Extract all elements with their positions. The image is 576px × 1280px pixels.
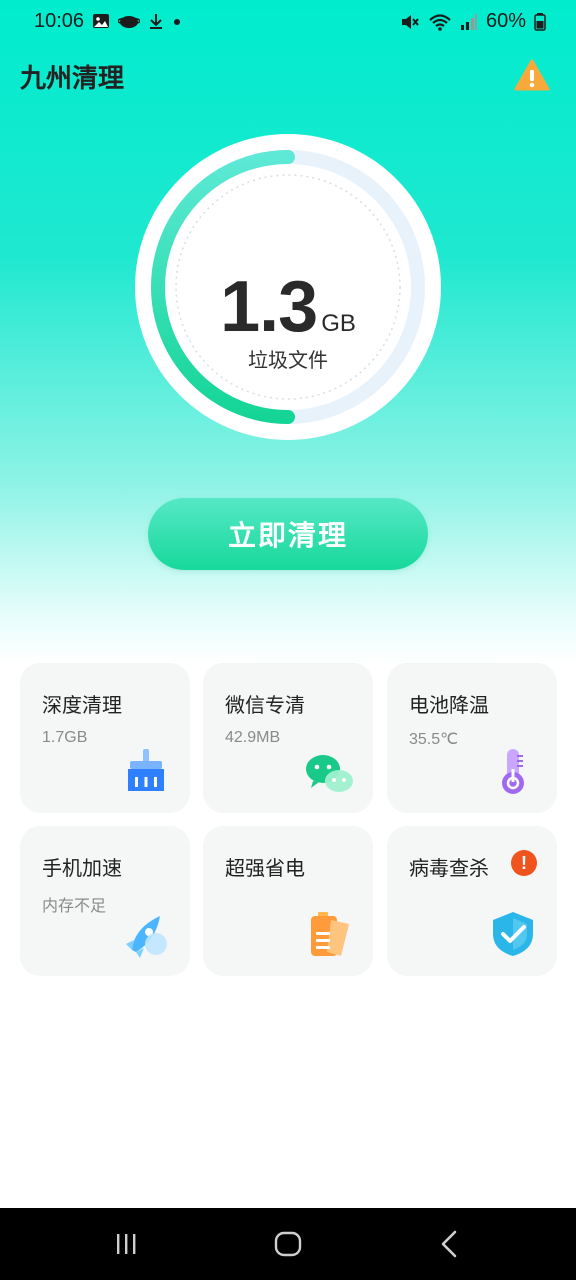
wifi-icon [429,13,451,31]
card-phone-speedup[interactable]: 手机加速 内存不足 [20,826,190,976]
junk-size: 1.3 GB [135,266,441,348]
card-title: 超强省电 [225,856,305,880]
battery-percent: 60% [485,10,526,32]
junk-label: 垃圾文件 [248,348,328,372]
card-virus-scan[interactable]: 病毒查杀 ! [387,826,557,976]
back-icon[interactable] [432,1226,468,1262]
card-title: 电池降温 [409,693,489,717]
card-sub: 42.9MB [225,729,281,746]
card-title: 深度清理 [42,693,122,717]
card-sub: 内存不足 [42,896,107,915]
download-icon [150,14,162,29]
card-wechat-clean[interactable]: 微信专清 42.9MB [203,663,373,813]
home-icon[interactable] [270,1226,306,1262]
status-icons-right: 60% [400,10,546,33]
signal-icon [460,13,477,30]
thermometer-icon [502,749,524,794]
warning-icon[interactable] [514,58,550,94]
junk-size-unit: GB [321,310,356,337]
card-sub: 1.7GB [42,729,88,746]
card-deep-clean[interactable]: 深度清理 1.7GB [20,663,190,813]
junk-gauge: 1.3 GB 垃圾文件 [135,134,441,440]
status-bar: 10:06 60% [0,0,576,48]
clean-now-button[interactable]: 立即清理 [148,498,428,570]
rocket-icon [126,916,167,958]
card-title: 病毒查杀 [409,856,489,880]
image-icon [93,14,109,28]
card-sub: 35.5℃ [409,731,459,748]
app-screen: 10:06 60% 九州清理 1.3 GB 垃圾文件 立即清理 深度清理 1.7… [0,0,576,1280]
recent-apps-icon[interactable] [108,1226,144,1262]
system-nav-bar [0,1208,576,1280]
dot-icon [174,19,180,25]
card-power-save[interactable]: 超强省电 [203,826,373,976]
shield-check-icon [493,912,533,956]
broom-icon [128,749,164,791]
cloud-icon [118,16,140,28]
mute-icon [401,14,419,29]
wechat-icon [306,755,353,792]
battery-icon [534,12,546,31]
card-title: 手机加速 [42,856,122,880]
junk-size-value: 1.3 [220,267,318,347]
status-icons-left [92,12,182,30]
alert-badge-icon: ! [511,850,537,876]
battery-save-icon [311,912,349,956]
card-title: 微信专清 [225,693,305,717]
status-time: 10:06 [34,10,85,32]
card-battery-cool[interactable]: 电池降温 35.5℃ [387,663,557,813]
app-title: 九州清理 [20,64,125,94]
